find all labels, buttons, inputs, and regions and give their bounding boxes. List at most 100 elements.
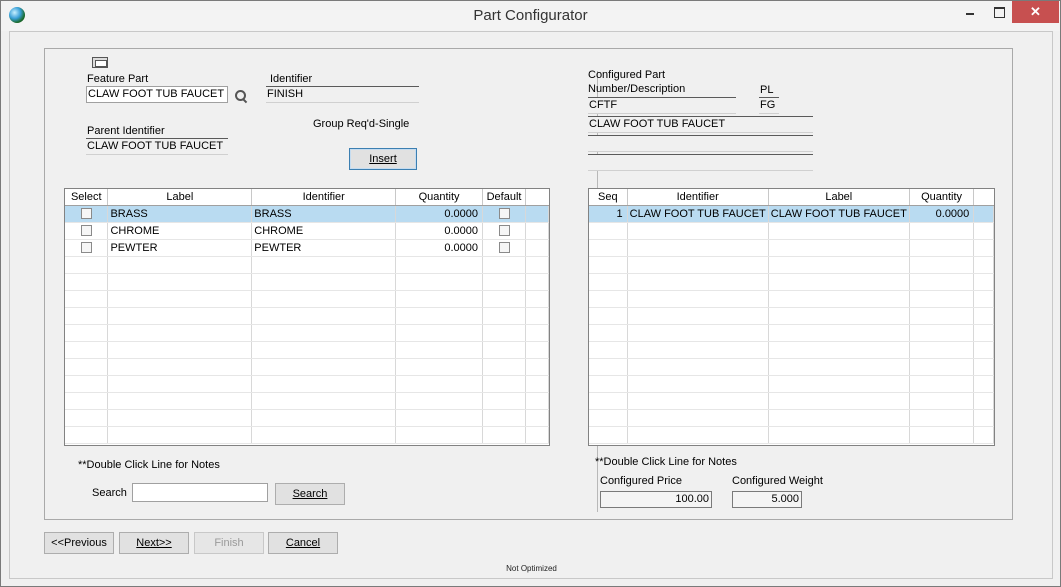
finish-button[interactable]: Finish bbox=[194, 532, 264, 554]
table-row[interactable] bbox=[589, 409, 994, 427]
table-row[interactable] bbox=[589, 239, 994, 257]
table-row[interactable]: CHROME CHROME 0.0000 bbox=[65, 222, 549, 240]
cancel-button-label: Cancel bbox=[285, 537, 321, 549]
table-row[interactable] bbox=[65, 426, 549, 444]
table-row[interactable] bbox=[65, 358, 549, 376]
toolbar-edit-icon[interactable] bbox=[92, 57, 108, 68]
table-row[interactable]: BRASS BRASS 0.0000 bbox=[65, 205, 549, 223]
table-row[interactable] bbox=[589, 341, 994, 359]
table-row[interactable] bbox=[589, 290, 994, 308]
col-seq[interactable]: Seq bbox=[589, 189, 628, 206]
label-cell bbox=[768, 324, 910, 342]
table-row[interactable] bbox=[65, 409, 549, 427]
checkbox[interactable] bbox=[80, 225, 92, 237]
select-checkbox-cell[interactable] bbox=[65, 205, 109, 223]
checkbox[interactable] bbox=[498, 225, 510, 237]
table-row[interactable] bbox=[65, 273, 549, 291]
quantity-cell bbox=[909, 273, 975, 291]
select-checkbox-cell[interactable] bbox=[65, 239, 109, 257]
checkbox[interactable] bbox=[498, 242, 510, 254]
quantity-cell bbox=[395, 324, 484, 342]
default-checkbox-cell[interactable] bbox=[482, 239, 527, 257]
table-row[interactable] bbox=[65, 307, 549, 325]
left-notes-hint: **Double Click Line for Notes bbox=[78, 459, 220, 471]
table-row[interactable]: PEWTER PEWTER 0.0000 bbox=[65, 239, 549, 257]
filler-cell bbox=[973, 222, 994, 240]
group-required-text: Group Req'd-Single bbox=[313, 118, 410, 130]
filler-cell bbox=[973, 426, 994, 444]
col-identifier[interactable]: Identifier bbox=[251, 189, 397, 206]
table-row[interactable] bbox=[65, 375, 549, 393]
number-description-label: Number/Description bbox=[588, 83, 686, 95]
col-quantity[interactable]: Quantity bbox=[909, 189, 975, 206]
label-cell bbox=[768, 375, 910, 393]
table-row[interactable] bbox=[65, 341, 549, 359]
col-label[interactable]: Label bbox=[768, 189, 910, 206]
table-row[interactable] bbox=[589, 324, 994, 342]
seq-cell bbox=[589, 375, 628, 393]
search-lookup-icon[interactable] bbox=[235, 90, 247, 102]
identifier-cell bbox=[627, 256, 769, 274]
table-row[interactable] bbox=[589, 256, 994, 274]
table-row[interactable] bbox=[65, 392, 549, 410]
checkbox[interactable] bbox=[80, 208, 92, 220]
filler-cell bbox=[973, 409, 994, 427]
col-quantity[interactable]: Quantity bbox=[395, 189, 484, 206]
table-row[interactable] bbox=[589, 392, 994, 410]
table-row[interactable] bbox=[589, 358, 994, 376]
table-row[interactable] bbox=[589, 426, 994, 444]
previous-button[interactable]: <<Previous bbox=[44, 532, 114, 554]
default-checkbox-cell[interactable] bbox=[482, 222, 527, 240]
filler-cell bbox=[525, 239, 549, 257]
maximize-button[interactable] bbox=[987, 1, 1011, 23]
table-row[interactable] bbox=[65, 324, 549, 342]
seq-cell bbox=[589, 324, 628, 342]
search-button[interactable]: Search bbox=[275, 483, 345, 505]
description-line-3 bbox=[588, 154, 813, 171]
table-row[interactable] bbox=[65, 290, 549, 308]
table-row[interactable] bbox=[589, 375, 994, 393]
right-notes-hint: **Double Click Line for Notes bbox=[595, 456, 737, 468]
checkbox[interactable] bbox=[498, 208, 510, 220]
quantity-cell bbox=[909, 426, 975, 444]
col-identifier[interactable]: Identifier bbox=[627, 189, 769, 206]
seq-cell bbox=[589, 358, 628, 376]
identifier-cell bbox=[627, 375, 769, 393]
insert-button[interactable]: Insert bbox=[349, 148, 417, 170]
table-row[interactable] bbox=[65, 256, 549, 274]
quantity-cell bbox=[909, 290, 975, 308]
table-row[interactable] bbox=[589, 307, 994, 325]
default-checkbox-cell[interactable] bbox=[482, 205, 527, 223]
seq-cell: 1 bbox=[589, 205, 628, 223]
col-label[interactable]: Label bbox=[107, 189, 253, 206]
feature-part-field[interactable]: CLAW FOOT TUB FAUCET bbox=[86, 86, 228, 103]
cancel-button[interactable]: Cancel bbox=[268, 532, 338, 554]
table-row[interactable] bbox=[589, 273, 994, 291]
search-input[interactable] bbox=[132, 483, 268, 502]
close-button[interactable]: ✕ bbox=[1012, 1, 1059, 23]
table-row[interactable]: 1 CLAW FOOT TUB FAUCET CLAW FOOT TUB FAUCE… bbox=[589, 205, 994, 223]
configured-price-field: 100.00 bbox=[600, 491, 712, 508]
minimize-button[interactable] bbox=[953, 1, 987, 23]
col-select[interactable]: Select bbox=[65, 189, 109, 206]
pl-field: FG bbox=[759, 97, 779, 114]
configured-structure-grid[interactable]: Seq Identifier Label Quantity 1 CLAW FOOT… bbox=[588, 188, 995, 446]
identifier-cell bbox=[251, 409, 397, 427]
default-checkbox-cell bbox=[482, 375, 527, 393]
label-cell bbox=[768, 392, 910, 410]
label-cell bbox=[107, 341, 253, 359]
feature-part-label: Feature Part bbox=[87, 73, 149, 85]
label-cell bbox=[768, 358, 910, 376]
part-configurator-window: Part Configurator ✕ Feature Part CLAW FO… bbox=[0, 0, 1061, 587]
next-button[interactable]: Next>> bbox=[119, 532, 189, 554]
default-checkbox-cell bbox=[482, 358, 527, 376]
quantity-cell bbox=[395, 273, 484, 291]
identifier-cell bbox=[251, 256, 397, 274]
col-default[interactable]: Default bbox=[482, 189, 527, 206]
select-checkbox-cell[interactable] bbox=[65, 222, 109, 240]
insert-button-label: Insert bbox=[369, 153, 397, 165]
table-row[interactable] bbox=[589, 222, 994, 240]
checkbox[interactable] bbox=[80, 242, 92, 254]
filler-cell bbox=[525, 290, 549, 308]
feature-options-grid[interactable]: Select Label Identifier Quantity Default… bbox=[64, 188, 550, 446]
